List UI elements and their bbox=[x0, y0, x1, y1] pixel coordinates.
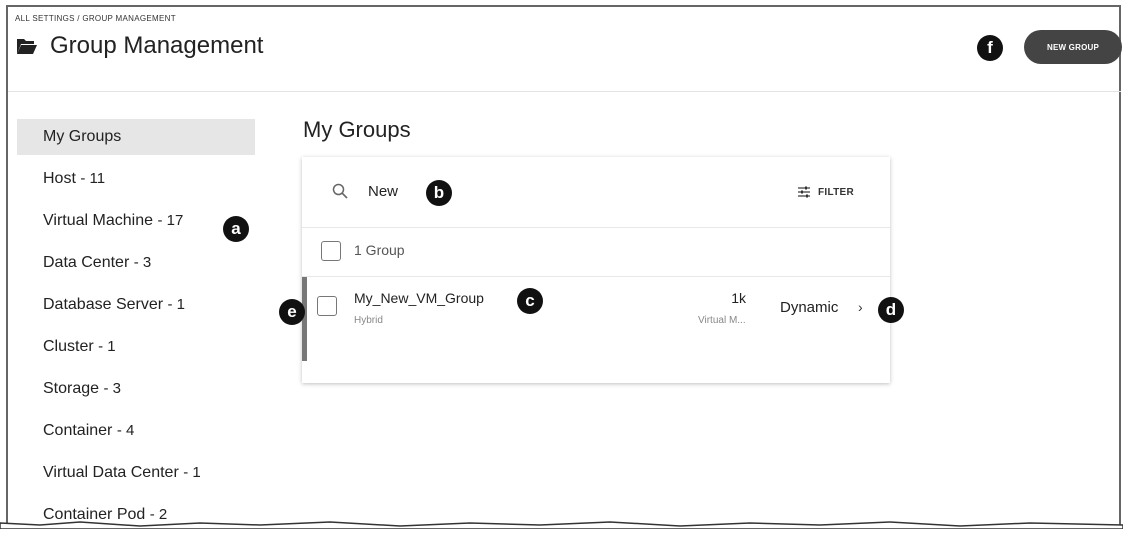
header-divider bbox=[8, 91, 1121, 92]
sidebar-item-virtual-machine[interactable]: Virtual Machine - 17 bbox=[17, 203, 255, 245]
select-all-row: 1 Group bbox=[302, 228, 890, 277]
folder-open-icon bbox=[17, 39, 37, 54]
sidebar-item-count: - 17 bbox=[157, 212, 184, 229]
table-row[interactable]: My_New_VM_Group Hybrid c 1k Virtual M...… bbox=[302, 277, 904, 361]
callout-e: e bbox=[279, 299, 305, 325]
select-all-checkbox[interactable] bbox=[321, 241, 341, 261]
group-type-sidebar: My Groups Host - 11 Virtual Machine - 17… bbox=[17, 119, 255, 539]
sidebar-item-container-pod[interactable]: Container Pod - 2 bbox=[17, 497, 255, 539]
sidebar-item-label: Container Pod bbox=[43, 506, 146, 523]
sidebar-item-count: - 1 bbox=[183, 464, 201, 481]
sidebar-item-label: Cluster bbox=[43, 338, 94, 355]
group-type: Hybrid bbox=[354, 315, 383, 326]
sidebar-item-cluster[interactable]: Cluster - 1 bbox=[17, 329, 255, 371]
sidebar-item-storage[interactable]: Storage - 3 bbox=[17, 371, 255, 413]
member-type: Virtual M... bbox=[698, 315, 746, 326]
page-header: Group Management bbox=[16, 32, 263, 60]
group-name[interactable]: My_New_VM_Group bbox=[354, 290, 484, 306]
sidebar-item-label: Data Center bbox=[43, 254, 130, 271]
sidebar-item-count: - 2 bbox=[149, 506, 168, 523]
callout-f: f bbox=[977, 35, 1003, 61]
sidebar-item-label: Host bbox=[43, 170, 76, 187]
callout-a: a bbox=[223, 216, 249, 242]
chevron-right-icon[interactable]: › bbox=[858, 299, 863, 315]
groups-panel: b FILTER 1 Group My_New_VM_Group Hybrid … bbox=[302, 157, 904, 383]
callout-b: b bbox=[426, 180, 452, 206]
sidebar-item-database-server[interactable]: Database Server - 1 bbox=[17, 287, 255, 329]
search-icon bbox=[332, 183, 348, 199]
sidebar-item-count: - 3 bbox=[103, 380, 122, 397]
filter-button[interactable]: FILTER bbox=[798, 182, 854, 202]
sidebar-item-my-groups[interactable]: My Groups bbox=[17, 119, 255, 155]
sidebar-item-count: - 4 bbox=[116, 422, 135, 439]
row-checkbox[interactable] bbox=[317, 296, 337, 316]
sidebar-item-virtual-data-center[interactable]: Virtual Data Center - 1 bbox=[17, 455, 255, 497]
sidebar-item-label: Database Server bbox=[43, 296, 164, 313]
page-title: Group Management bbox=[50, 32, 264, 59]
filter-label: FILTER bbox=[818, 186, 855, 198]
sidebar-item-count: - 11 bbox=[80, 170, 106, 187]
sidebar-item-host[interactable]: Host - 11 bbox=[17, 161, 255, 203]
filter-sliders-icon bbox=[798, 186, 810, 198]
search-input[interactable] bbox=[368, 179, 568, 203]
callout-c: c bbox=[517, 288, 543, 314]
search-bar: b FILTER bbox=[302, 157, 890, 228]
breadcrumb[interactable]: ALL SETTINGS / GROUP MANAGEMENT bbox=[15, 14, 176, 23]
group-count-label: 1 Group bbox=[354, 242, 405, 258]
member-count: 1k bbox=[731, 290, 746, 306]
section-title: My Groups bbox=[303, 117, 411, 142]
sidebar-item-count: - 1 bbox=[98, 338, 116, 355]
new-group-button[interactable]: NEW GROUP bbox=[1024, 30, 1122, 64]
sidebar-item-container[interactable]: Container - 4 bbox=[17, 413, 255, 455]
group-kind: Dynamic bbox=[780, 299, 839, 316]
sidebar-item-count: - 3 bbox=[133, 254, 152, 271]
sidebar-item-label: Container bbox=[43, 422, 113, 439]
sidebar-item-label: My Groups bbox=[43, 128, 122, 145]
sidebar-item-label: Storage bbox=[43, 380, 100, 397]
sidebar-item-label: Virtual Machine bbox=[43, 212, 153, 229]
callout-d: d bbox=[878, 297, 904, 323]
sidebar-item-label: Virtual Data Center bbox=[43, 464, 179, 481]
sidebar-item-count: - 1 bbox=[167, 296, 186, 313]
sidebar-item-data-center[interactable]: Data Center - 3 bbox=[17, 245, 255, 287]
